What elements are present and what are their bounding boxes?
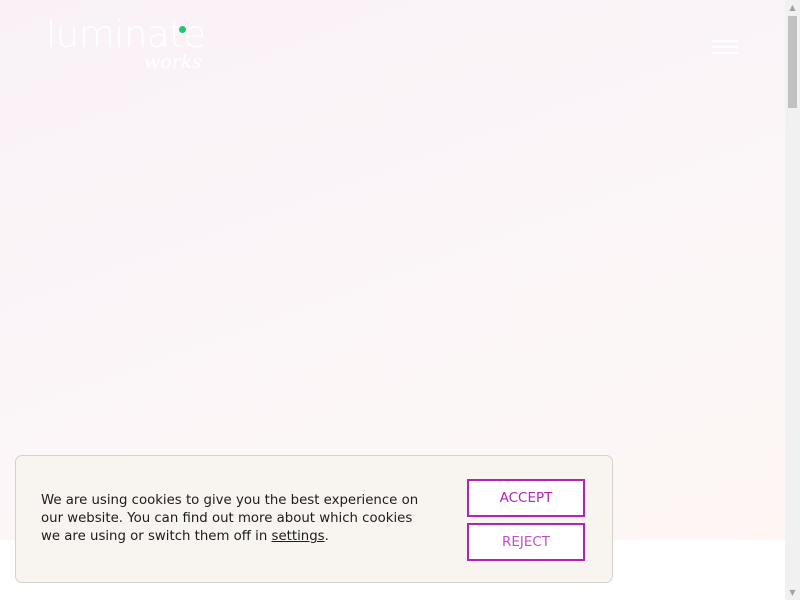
- hamburger-menu-icon[interactable]: [708, 37, 740, 59]
- scroll-down-arrow-icon[interactable]: ▼: [785, 585, 800, 600]
- scroll-up-arrow-icon[interactable]: ▲: [785, 0, 800, 15]
- cookie-banner: We are using cookies to give you the bes…: [15, 455, 613, 583]
- logo-dot: [179, 26, 186, 33]
- page: luminate works We are using cookies to g…: [0, 0, 785, 600]
- menu-line: [712, 52, 738, 54]
- cookie-message-text: We are using cookies to give you the bes…: [41, 493, 419, 544]
- menu-line: [712, 46, 738, 48]
- scrollbar-thumb[interactable]: [788, 16, 797, 108]
- accept-button[interactable]: ACCEPT: [467, 479, 585, 517]
- settings-link[interactable]: settings: [272, 529, 325, 544]
- site-logo[interactable]: luminate works: [46, 14, 216, 74]
- reject-button[interactable]: REJECT: [467, 523, 585, 561]
- menu-line: [712, 40, 738, 42]
- logo-subtitle: works: [144, 51, 203, 73]
- vertical-scrollbar[interactable]: ▲ ▼: [785, 0, 800, 600]
- cookie-message: We are using cookies to give you the bes…: [41, 492, 431, 546]
- cookie-message-end: .: [324, 529, 329, 544]
